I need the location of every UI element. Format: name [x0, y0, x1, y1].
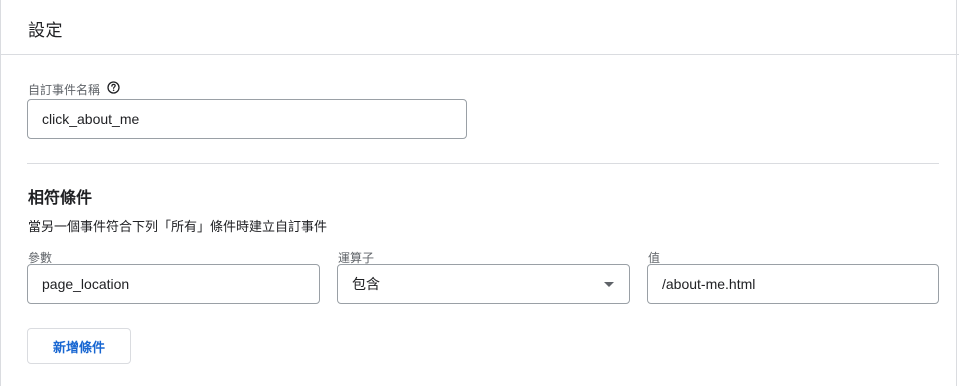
conditions-title: 相符條件: [28, 190, 93, 207]
section-divider: [27, 163, 939, 164]
operator-select[interactable]: 包含: [337, 264, 630, 304]
settings-header: 設定: [1, 0, 959, 55]
dropdown-arrow-icon: [604, 282, 614, 287]
add-condition-button[interactable]: 新增條件: [27, 328, 131, 364]
event-name-input[interactable]: click_about_me: [27, 99, 467, 139]
event-name-value: click_about_me: [42, 111, 140, 127]
page-title: 設定: [28, 21, 63, 40]
parameter-input[interactable]: page_location: [27, 264, 320, 304]
operator-value: 包含: [352, 276, 380, 292]
parameter-value: page_location: [42, 276, 130, 292]
event-name-label: 自訂事件名稱: [28, 83, 101, 97]
help-circle-icon[interactable]: [107, 81, 120, 94]
value-value: /about-me.html: [662, 276, 756, 292]
settings-card: 設定 自訂事件名稱 click_about_me 相符條件 當另一個事件符合下列…: [0, 0, 959, 386]
conditions-description: 當另一個事件符合下列「所有」條件時建立自訂事件: [28, 219, 328, 234]
value-input[interactable]: /about-me.html: [647, 264, 939, 304]
